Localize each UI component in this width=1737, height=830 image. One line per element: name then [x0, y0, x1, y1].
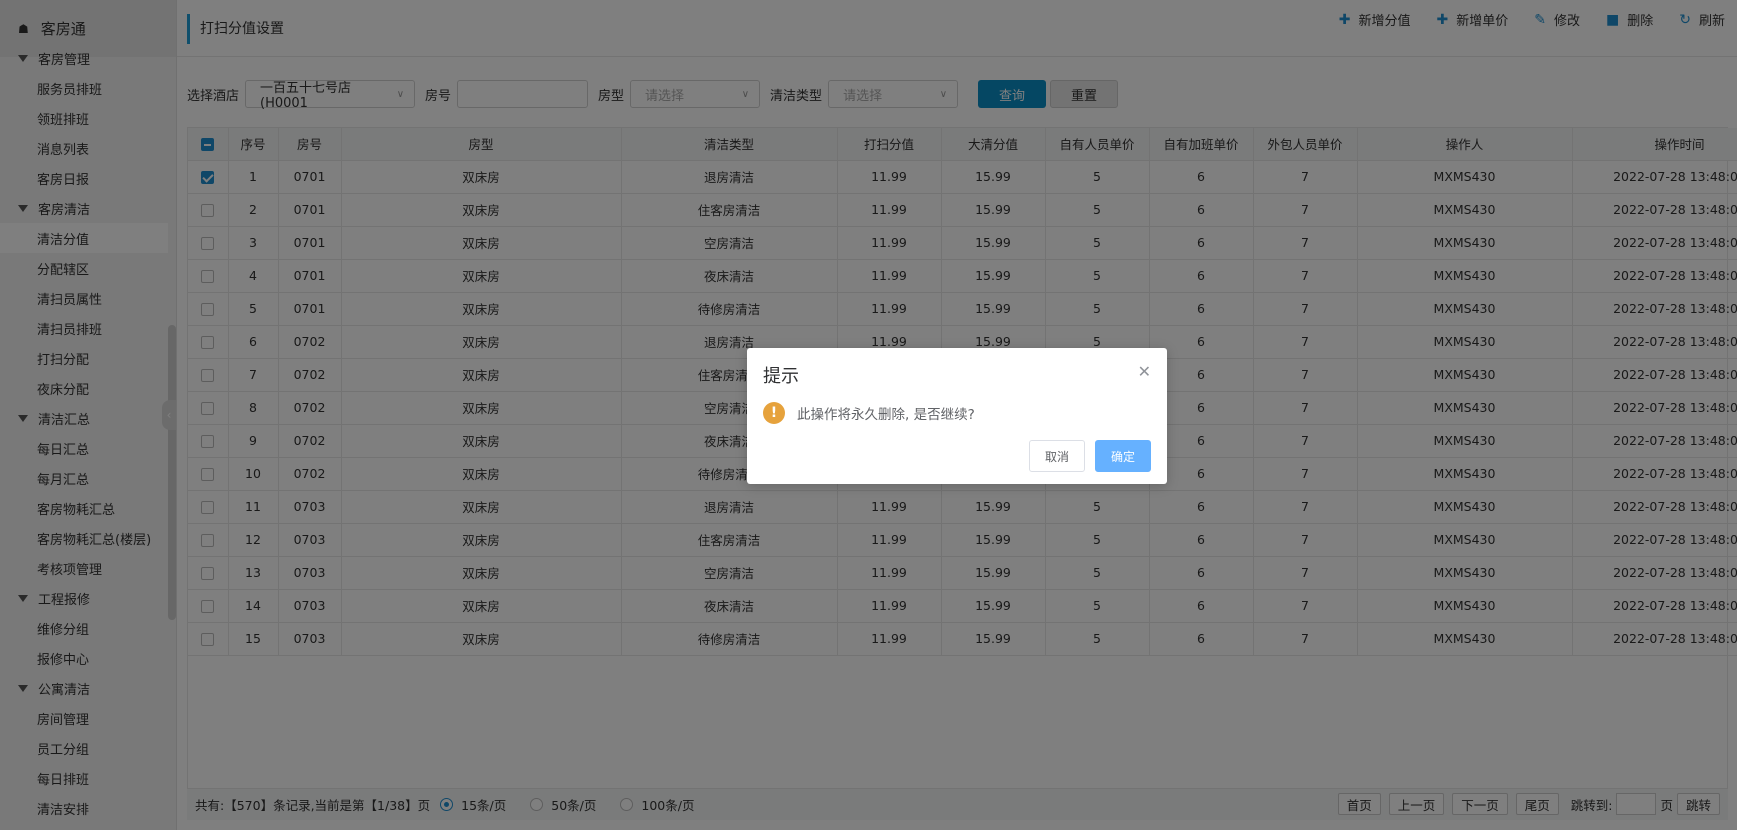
close-icon[interactable]: ✕	[1138, 362, 1151, 381]
dialog-message-text: 此操作将永久删除, 是否继续?	[797, 407, 975, 423]
confirm-dialog: 提示 ✕ ! 此操作将永久删除, 是否继续? 取消 确定	[747, 348, 1167, 484]
confirm-button[interactable]: 确定	[1095, 440, 1151, 472]
dialog-buttons: 取消 确定	[1028, 440, 1151, 472]
warning-icon: !	[763, 402, 785, 424]
dialog-message: ! 此操作将永久删除, 是否继续?	[763, 402, 975, 424]
dialog-title: 提示	[763, 366, 799, 387]
cancel-button[interactable]: 取消	[1028, 440, 1085, 472]
